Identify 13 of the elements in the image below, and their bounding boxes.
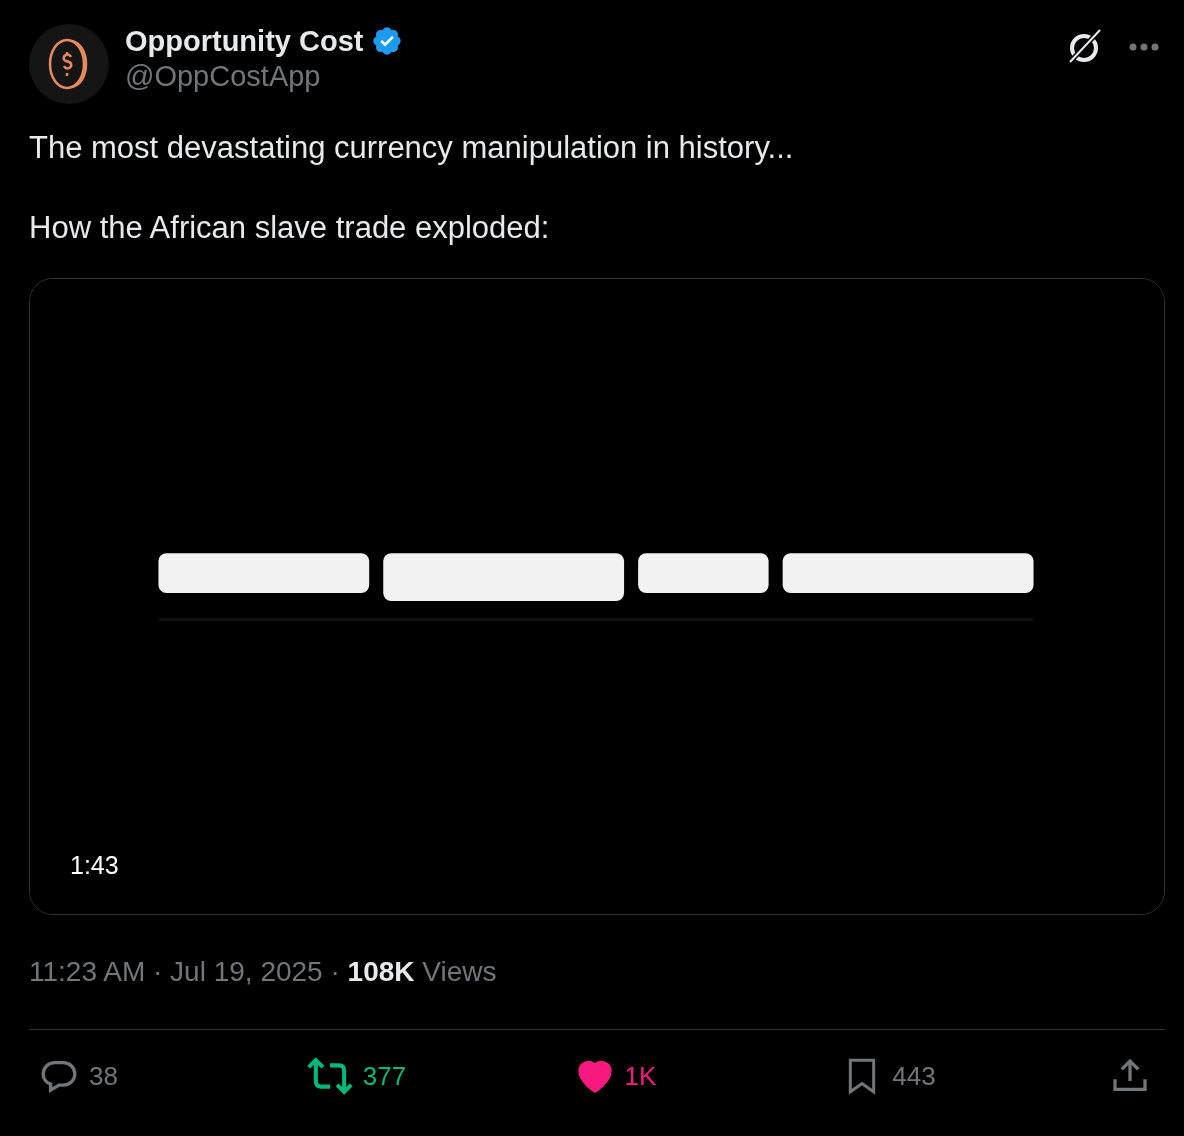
bookmark-button[interactable]: 443 bbox=[842, 1056, 973, 1096]
more-icon[interactable] bbox=[1128, 42, 1160, 52]
author-name[interactable]: Opportunity Cost bbox=[125, 24, 364, 58]
post-meta: 11:23 AM · Jul 19, 2025 · 108K Views bbox=[29, 955, 498, 989]
video-duration: 1:43 bbox=[70, 849, 119, 881]
post-text: The most devastating currency manipulation in history... bbox=[29, 129, 795, 167]
repost-icon bbox=[306, 1056, 353, 1096]
post-text: How the African slave trade exploded: bbox=[29, 209, 551, 247]
reply-button[interactable]: 38 bbox=[39, 1056, 169, 1096]
grok-icon[interactable] bbox=[1066, 28, 1104, 66]
repost-button[interactable]: 377 bbox=[306, 1056, 437, 1096]
like-button[interactable]: 1K bbox=[574, 1056, 705, 1096]
author-handle[interactable]: @OppCostApp bbox=[125, 58, 1050, 94]
